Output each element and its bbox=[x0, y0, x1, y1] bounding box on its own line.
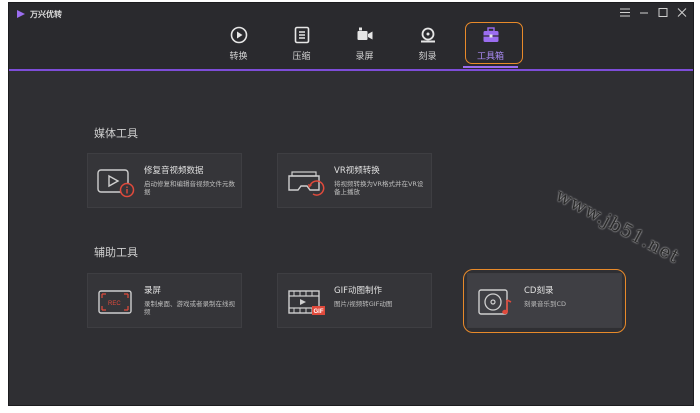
app-logo-icon bbox=[17, 10, 25, 18]
close-icon[interactable] bbox=[676, 7, 687, 18]
card-desc: 将视频转换为VR格式并在VR设备上播放 bbox=[334, 180, 424, 196]
compress-icon bbox=[293, 26, 311, 44]
card-title: 修复音视频数据 bbox=[144, 166, 204, 176]
highlight-box-toolbox bbox=[465, 22, 523, 64]
card-desc: 图片/视频转GIF动图 bbox=[334, 300, 393, 308]
record-screen-icon bbox=[356, 26, 374, 44]
rec-label: REC bbox=[108, 301, 121, 307]
maximize-icon[interactable] bbox=[657, 7, 668, 18]
tab-record-label: 录屏 bbox=[355, 52, 374, 62]
fix-metadata-icon bbox=[97, 169, 135, 198]
card-vr-convert[interactable]: VR视频转换 将视频转换为VR格式并在VR设备上播放 bbox=[277, 153, 432, 208]
card-desc: 录制桌面、游戏或者录制在线视频 bbox=[144, 300, 235, 316]
screen-recorder-icon: REC bbox=[98, 290, 132, 314]
tab-compress-label: 压缩 bbox=[292, 52, 311, 62]
card-gif-maker[interactable]: GIF GIF动图制作 图片/视频转GIF动图 bbox=[277, 273, 432, 328]
gif-maker-icon: GIF bbox=[288, 290, 325, 315]
tab-convert-label: 转换 bbox=[229, 52, 248, 62]
tab-burn[interactable]: 刻录 bbox=[396, 23, 459, 65]
card-title: GIF动图制作 bbox=[334, 286, 382, 296]
card-screen-recorder[interactable]: REC 录屏 录制桌面、游戏或者录制在线视频 bbox=[87, 273, 242, 328]
section-aux-title: 辅助工具 bbox=[94, 246, 138, 259]
tab-compress[interactable]: 压缩 bbox=[270, 23, 333, 65]
section-media-title: 媒体工具 bbox=[94, 127, 138, 140]
nav-divider bbox=[9, 69, 693, 71]
gif-label: GIF bbox=[314, 309, 324, 315]
highlight-box-cd-burn bbox=[463, 269, 626, 333]
card-title: 录屏 bbox=[144, 286, 162, 296]
tab-convert[interactable]: 转换 bbox=[207, 23, 270, 65]
app-name: 万兴优转 bbox=[30, 10, 62, 19]
card-fix-metadata[interactable]: 修复音视频数据 启动修复和编辑音视频文件元数据 bbox=[87, 153, 242, 208]
card-desc: 启动修复和编辑音视频文件元数据 bbox=[144, 180, 235, 196]
window-controls bbox=[619, 7, 687, 18]
minimize-icon[interactable] bbox=[638, 7, 649, 18]
burn-icon bbox=[419, 26, 437, 44]
tab-burn-label: 刻录 bbox=[418, 52, 437, 62]
vr-convert-icon bbox=[288, 171, 325, 196]
tab-record[interactable]: 录屏 bbox=[333, 23, 396, 65]
title-bar: 万兴优转 转换 压缩 录屏 刻录 工具箱 bbox=[9, 3, 693, 69]
menu-icon[interactable] bbox=[619, 7, 630, 18]
card-title: VR视频转换 bbox=[334, 166, 380, 176]
convert-icon bbox=[230, 26, 248, 44]
